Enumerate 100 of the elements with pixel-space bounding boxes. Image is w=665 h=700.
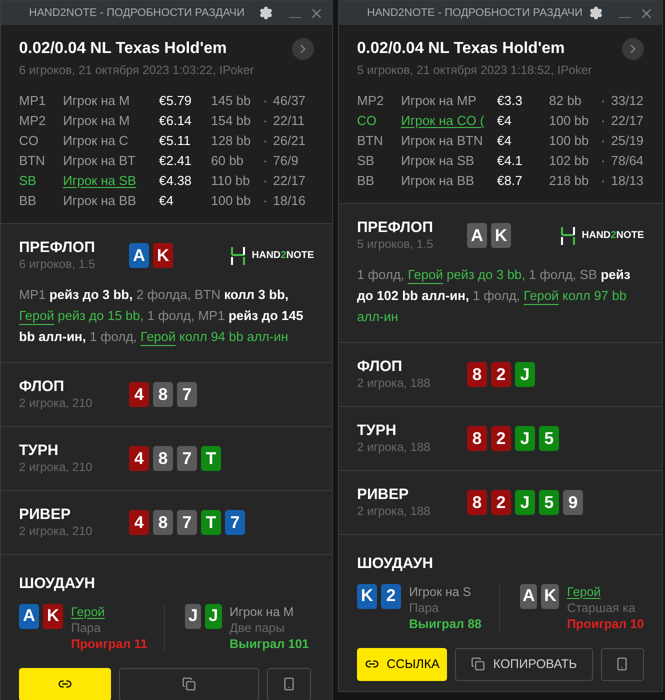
showdown-player: Игрок на M (230, 604, 294, 620)
playing-card: 2 (491, 362, 511, 387)
hand-info: 6 игроков, 21 октября 2023 1:03:22, IPoker (19, 62, 255, 79)
action-log: 1 фолд, Герой рейз до 3 bb, 1 фолд, SB рейз до 102 bb алл-ин, 1 фолд, Герой колл 97 bb алл-ин (357, 266, 632, 326)
copy-button[interactable]: КОПИРОВАТЬ (455, 648, 593, 680)
mobile-button[interactable] (600, 648, 644, 680)
game-title: 0.02/0.04 NL Texas Hold'em (357, 39, 565, 59)
separator-dot: · (601, 112, 606, 130)
street-title: ПРЕФЛОП (357, 219, 434, 237)
player-name[interactable]: Игрок на M (63, 113, 130, 128)
phone-icon (282, 677, 296, 691)
street-info: 2 игрока, 210 (19, 524, 94, 539)
stack-bb: 100 bb (549, 112, 590, 130)
player-stack: €2.41 (159, 152, 193, 170)
stack-bb: 100 bb (211, 192, 252, 210)
player-position: CO (19, 132, 40, 150)
separator-dot: · (263, 92, 268, 110)
logo-text: HAND2NOTE (252, 249, 314, 263)
playing-card: K (43, 604, 63, 628)
player-stack: €4 (159, 192, 174, 210)
stack-bb: 154 bb (211, 112, 252, 130)
next-hand-button[interactable] (622, 38, 644, 60)
stack-bb: 110 bb (211, 172, 251, 190)
showdown-player: Герой (566, 584, 601, 600)
playing-card: 8 (153, 446, 173, 471)
playing-card: 8 (153, 510, 173, 535)
street-info: 6 игроков, 1.5 (19, 257, 96, 272)
player-name[interactable]: Игрок на BB (63, 193, 136, 208)
player-stats: 46/37 (273, 92, 307, 110)
mobile-button[interactable] (267, 668, 311, 700)
player-name[interactable]: Игрок на BTN (401, 133, 483, 148)
minimize-icon[interactable] (289, 16, 301, 18)
player-name[interactable]: Игрок на BT (63, 153, 136, 168)
playing-card: 2 (491, 426, 511, 451)
playing-card: 7 (225, 510, 245, 535)
street-title: ТУРН (19, 442, 60, 460)
player-position: BB (19, 192, 38, 210)
playing-card: T (201, 446, 221, 471)
player-name[interactable]: Игрок на SB (63, 173, 136, 188)
playing-card: 4 (129, 510, 149, 535)
playing-card: K (357, 584, 377, 608)
playing-card: K (541, 584, 559, 608)
link-button[interactable] (19, 668, 111, 700)
showdown-player: Герой (71, 604, 105, 620)
stack-bb: 100 bb (549, 132, 590, 150)
player-name[interactable]: Игрок на CO ( (401, 113, 484, 128)
player-stack: €8.7 (497, 172, 524, 190)
logo-text: HAND2NOTE (582, 229, 644, 243)
street-info: 2 игрока, 210 (19, 460, 94, 475)
player-stats: 26/21 (273, 132, 307, 150)
player-stack: €5.79 (159, 92, 193, 110)
street-title: РИВЕР (357, 486, 410, 504)
playing-card: K (153, 243, 173, 268)
player-stack: €4.38 (159, 172, 193, 190)
minimize-icon[interactable] (619, 16, 631, 18)
player-stack: €4 (497, 112, 512, 130)
hand-combination: Пара (71, 620, 102, 636)
player-name[interactable]: Игрок на C (63, 133, 128, 148)
stack-bb: 218 bb (549, 172, 590, 190)
playing-card: 2 (491, 490, 511, 515)
player-name[interactable]: Игрок на BB (401, 173, 474, 188)
separator-dot: · (601, 92, 606, 110)
playing-card: A (467, 223, 487, 248)
next-hand-button[interactable] (292, 38, 314, 60)
player-position: SB (357, 152, 376, 170)
copy-button[interactable] (119, 668, 259, 700)
player-stack: €5.11 (159, 132, 192, 150)
street-title: ФЛОП (19, 378, 66, 396)
logo-icon (560, 226, 576, 246)
separator-dot: · (263, 132, 268, 150)
player-stats: 22/17 (273, 172, 307, 190)
playing-card: T (201, 510, 221, 535)
window-title: HAND2NOTE - ПОДРОБНОСТИ РАЗДАЧИ (29, 6, 245, 21)
player-position: CO (357, 112, 378, 130)
player-position: BTN (19, 152, 46, 170)
playing-card: 8 (467, 426, 487, 451)
separator-dot: · (601, 172, 606, 190)
playing-card: A (129, 243, 149, 268)
player-stack: €4 (497, 132, 512, 150)
street-info: 5 игроков, 1.5 (357, 237, 434, 252)
player-name[interactable]: Игрок на M (63, 93, 130, 108)
playing-card: 5 (539, 490, 559, 515)
playing-card: J (205, 604, 222, 628)
street-info: 2 игрока, 188 (357, 504, 432, 519)
settings-icon[interactable] (589, 6, 603, 20)
action-log: MP1 рейз до 3 bb, 2 фолда, BTN колл 3 bb, Герой рейз до 15 bb, 1 фолд, MP1 рейз до 145 bb алл-ин, 1 фолд, Герой колл 94 bb алл-ин (19, 286, 304, 346)
stack-bb: 102 bb (549, 152, 590, 170)
settings-icon[interactable] (259, 6, 273, 20)
street-info: 2 игрока, 188 (357, 376, 432, 391)
stack-bb: 128 bb (211, 132, 252, 150)
hand-combination: Старшая ка (566, 600, 636, 616)
player-position: MP2 (357, 92, 385, 110)
player-name[interactable]: Игрок на SB (401, 153, 474, 168)
phone-icon (615, 657, 630, 671)
playing-card: J (185, 604, 202, 628)
player-name[interactable]: Игрок на MP (401, 93, 476, 108)
player-position: BB (357, 172, 376, 190)
showdown-title: ШОУДАУН (357, 554, 434, 574)
hand-combination: Пара (409, 600, 440, 616)
link-button[interactable]: ССЫЛКА (357, 648, 448, 680)
